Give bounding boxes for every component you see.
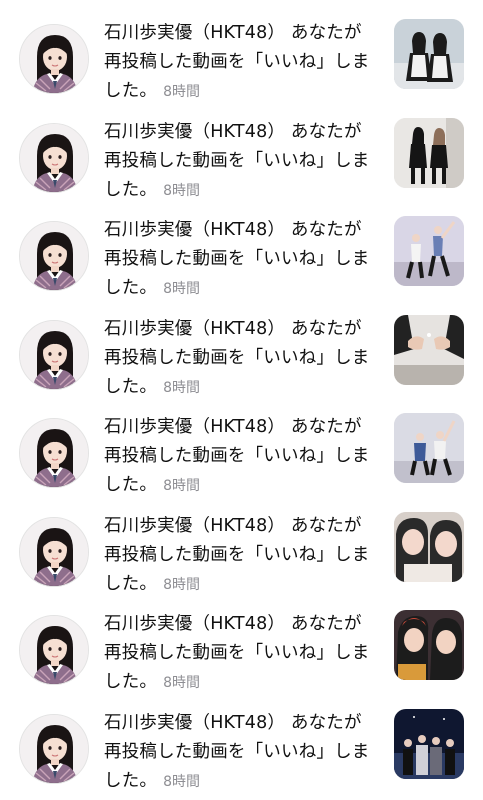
thumb-dance-studio-2[interactable] bbox=[394, 413, 464, 483]
thumb-black-outfits-duo[interactable] bbox=[394, 117, 464, 188]
notification-text: 石川歩実優（HKT48） あなたが再投稿した動画を「いいね」しました。 8時間 bbox=[104, 610, 376, 698]
thumb-selfie-duo[interactable] bbox=[394, 511, 464, 582]
timestamp: 8時間 bbox=[163, 478, 201, 494]
thumb-dance-studio[interactable] bbox=[394, 216, 464, 286]
user-name[interactable]: 石川歩実優（HKT48） bbox=[104, 23, 285, 43]
notification-text: 石川歩実優（HKT48） あなたが再投稿した動画を「いいね」しました。 8時間 bbox=[104, 118, 376, 206]
notification-text: 石川歩実優（HKT48） あなたが再投稿した動画を「いいね」しました。 8時間 bbox=[104, 413, 376, 501]
user-name[interactable]: 石川歩実優（HKT48） bbox=[104, 417, 285, 437]
thumb-hands-closeup[interactable] bbox=[394, 314, 464, 385]
timestamp: 8時間 bbox=[163, 182, 201, 199]
profile-avatar-icon[interactable] bbox=[19, 418, 89, 488]
timestamp: 8時間 bbox=[163, 281, 201, 297]
user-name[interactable]: 石川歩実優（HKT48） bbox=[104, 713, 285, 733]
profile-avatar-icon[interactable] bbox=[19, 319, 89, 390]
profile-avatar-icon[interactable] bbox=[19, 221, 89, 291]
profile-avatar-icon[interactable] bbox=[19, 24, 89, 94]
user-name[interactable]: 石川歩実優（HKT48） bbox=[104, 220, 285, 240]
notification-text: 石川歩実優（HKT48） あなたが再投稿した動画を「いいね」しました。 8時間 bbox=[104, 512, 376, 600]
notification-list: 石川歩実優（HKT48） あなたが再投稿した動画を「いいね」しました。8時間 bbox=[0, 0, 483, 800]
notification-item[interactable]: 石川歩実優（HKT48） あなたが再投稿した動画を「いいね」しました。 8時間 bbox=[0, 610, 483, 709]
notification-item[interactable]: 石川歩実優（HKT48） あなたが再投稿した動画を「いいね」しました。 8時間 bbox=[0, 216, 483, 315]
notification-text: 石川歩実優（HKT48） あなたが再投稿した動画を「いいね」しました。 8時間 bbox=[104, 19, 376, 107]
notification-item[interactable]: 石川歩実優（HKT48） あなたが再投稿した動画を「いいね」しました。 8時間 bbox=[0, 19, 483, 118]
profile-avatar-icon[interactable] bbox=[19, 713, 89, 784]
user-name[interactable]: 石川歩実優（HKT48） bbox=[104, 516, 285, 536]
profile-avatar-icon[interactable] bbox=[19, 122, 89, 193]
timestamp: 8時間 bbox=[163, 773, 201, 790]
timestamp: 8時間 bbox=[163, 675, 201, 691]
notification-text: 石川歩実優（HKT48） あなたが再投稿した動画を「いいね」しました。 8時間 bbox=[104, 315, 376, 403]
notification-text: 石川歩実優（HKT48） あなたが再投稿した動画を「いいね」しました。 8時間 bbox=[104, 709, 376, 797]
timestamp: 8時間 bbox=[163, 84, 201, 100]
user-name[interactable]: 石川歩実優（HKT48） bbox=[104, 319, 285, 339]
timestamp: 8時間 bbox=[163, 576, 201, 593]
user-name[interactable]: 石川歩実優（HKT48） bbox=[104, 122, 285, 142]
thumb-night-group[interactable] bbox=[394, 708, 464, 779]
notification-item[interactable]: 石川歩実優（HKT48） あなたが再投稿した動画を「いいね」しました。 8時間 bbox=[0, 117, 483, 217]
notification-item[interactable]: 石川歩実優（HKT48） あなたが再投稿した動画を「いいね」しました。 8時間 bbox=[0, 511, 483, 611]
thumb-selfie-colorful[interactable] bbox=[394, 610, 464, 680]
profile-avatar-icon[interactable] bbox=[19, 615, 89, 685]
notification-item[interactable]: 石川歩実優（HKT48） あなたが再投稿した動画を「いいね」しました。 8時間 bbox=[0, 708, 483, 800]
profile-avatar-icon[interactable] bbox=[19, 516, 89, 587]
user-name[interactable]: 石川歩実優（HKT48） bbox=[104, 614, 285, 634]
timestamp: 8時間 bbox=[163, 379, 201, 396]
notification-text: 石川歩実優（HKT48） あなたが再投稿した動画を「いいね」しました。 8時間 bbox=[104, 216, 376, 304]
thumb-maid-duo[interactable] bbox=[394, 19, 464, 89]
notification-item[interactable]: 石川歩実優（HKT48） あなたが再投稿した動画を「いいね」しました。 8時間 bbox=[0, 413, 483, 512]
notification-item[interactable]: 石川歩実優（HKT48） あなたが再投稿した動画を「いいね」しました。 8時間 bbox=[0, 314, 483, 414]
